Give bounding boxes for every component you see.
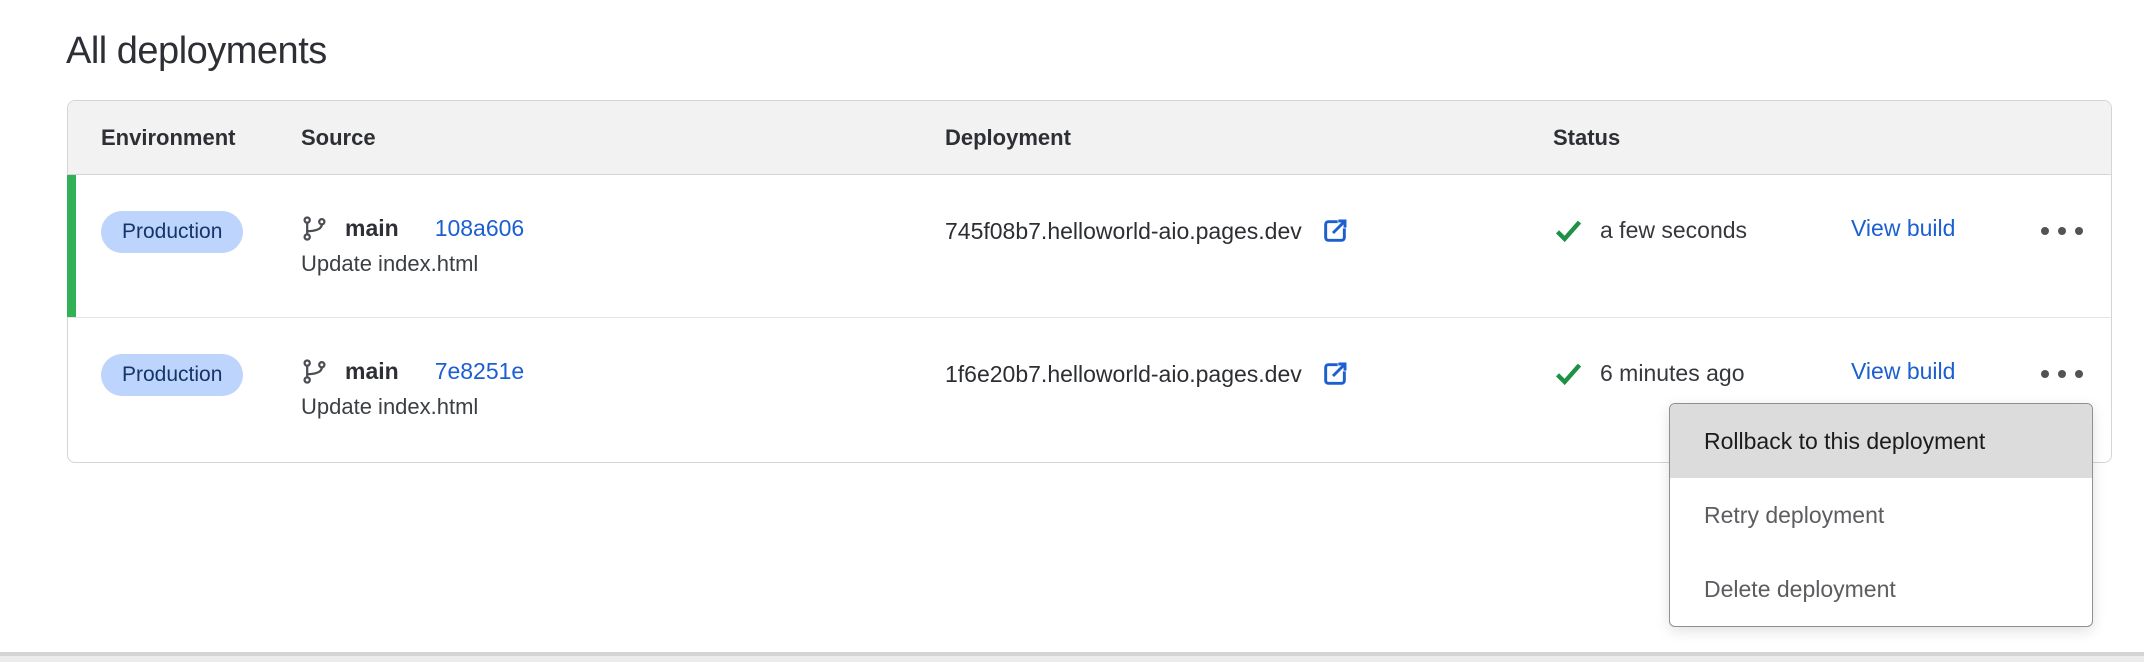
page-title: All deployments — [66, 30, 327, 73]
ellipsis-icon — [2041, 370, 2049, 378]
check-icon — [1553, 215, 1584, 246]
environment-badge: Production — [101, 354, 243, 396]
ellipsis-menu-button[interactable] — [2041, 368, 2083, 380]
status-text: a few seconds — [1600, 217, 1747, 244]
commit-message: Update index.html — [301, 251, 945, 277]
git-branch-icon — [301, 215, 328, 242]
commit-link[interactable]: 108a606 — [435, 215, 525, 242]
branch-name: main — [345, 358, 399, 385]
git-branch-icon — [301, 358, 328, 385]
branch-name: main — [345, 215, 399, 242]
external-link-icon[interactable] — [1319, 215, 1351, 247]
check-icon — [1553, 358, 1584, 389]
environment-badge: Production — [101, 211, 243, 253]
view-build-link[interactable]: View build — [1851, 215, 1955, 241]
current-deployment-indicator — [67, 175, 76, 317]
external-link-icon[interactable] — [1319, 358, 1351, 390]
menu-item-delete[interactable]: Delete deployment — [1670, 552, 2092, 626]
ellipsis-menu-button[interactable] — [2041, 225, 2083, 237]
deployment-context-menu: Rollback to this deployment Retry deploy… — [1669, 403, 2093, 627]
menu-item-rollback[interactable]: Rollback to this deployment — [1670, 404, 2092, 478]
table-row: Production main 108a606 Update index.htm… — [68, 175, 2111, 318]
deployment-url: 1f6e20b7.helloworld-aio.pages.dev — [945, 361, 1302, 388]
column-header-status: Status — [1553, 125, 1851, 151]
view-build-link[interactable]: View build — [1851, 358, 1955, 384]
column-header-deployment: Deployment — [945, 125, 1553, 151]
ellipsis-icon — [2041, 227, 2049, 235]
page-bottom-strip — [0, 656, 2144, 662]
status-text: 6 minutes ago — [1600, 360, 1744, 387]
table-header-row: Environment Source Deployment Status — [68, 101, 2111, 175]
menu-item-retry[interactable]: Retry deployment — [1670, 478, 2092, 552]
commit-link[interactable]: 7e8251e — [435, 358, 525, 385]
deployment-url: 745f08b7.helloworld-aio.pages.dev — [945, 218, 1302, 245]
commit-message: Update index.html — [301, 394, 945, 420]
column-header-source: Source — [301, 125, 945, 151]
column-header-environment: Environment — [101, 125, 301, 151]
